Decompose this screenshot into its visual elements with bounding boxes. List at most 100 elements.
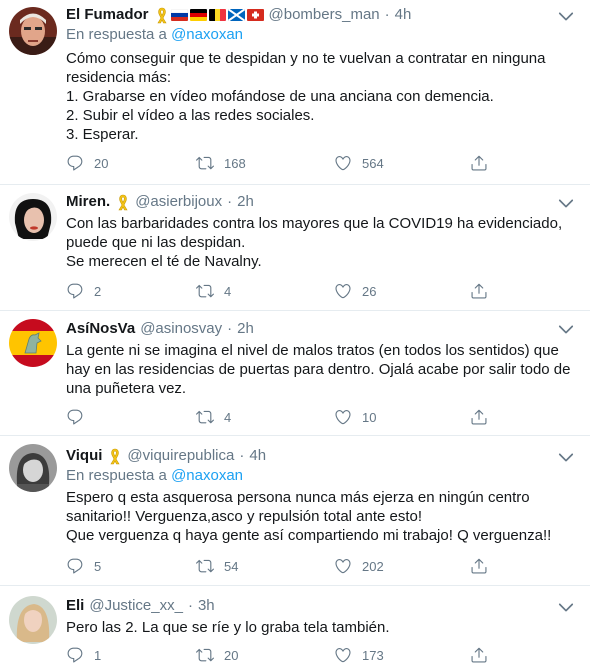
share-button[interactable]	[470, 153, 488, 173]
tweet[interactable]: Viqui @viquirepublica · 4h En respuesta …	[0, 436, 590, 586]
tweet-text-line: hay en las residencias de puertas para d…	[66, 361, 571, 378]
reply-button[interactable]: 5	[66, 556, 101, 576]
tweet-actions: 1 20 173	[66, 645, 506, 665]
retweet-icon	[196, 410, 214, 424]
heart-icon	[335, 156, 351, 171]
timestamp[interactable]: 2h	[237, 319, 254, 339]
display-name[interactable]: El Fumador	[66, 5, 149, 25]
tweet-text-line: Se merecen el té de Navalny.	[66, 253, 262, 270]
like-count: 10	[362, 409, 377, 425]
tweet[interactable]: AsíNosVa @asinosvay · 2h La gente ni se …	[0, 311, 590, 436]
reply-prefix: En respuesta a	[66, 26, 167, 43]
timestamp[interactable]: 2h	[237, 192, 254, 212]
tweet[interactable]: El Fumador @bombers_man · 4h En respuest…	[0, 0, 590, 185]
tweet-text-line: puede que ni las despidan.	[66, 234, 246, 251]
display-name[interactable]: AsíNosVa	[66, 319, 135, 339]
reply-button[interactable]: 1	[66, 645, 101, 665]
retweet-button[interactable]: 54	[196, 556, 238, 576]
retweet-button[interactable]: 168	[196, 153, 246, 173]
germany-flag-icon	[189, 9, 207, 21]
reply-button[interactable]: 20	[66, 153, 108, 173]
handle[interactable]: @asinosvay	[140, 319, 222, 339]
tweet-text: La gente ni se imagina el nivel de malos…	[66, 341, 576, 398]
handle[interactable]: @Justice_xx_	[89, 596, 183, 616]
like-button[interactable]: 564	[334, 153, 384, 173]
retweet-count: 54	[224, 558, 239, 574]
reply-icon	[67, 155, 83, 171]
avatar-image	[9, 319, 57, 367]
like-button[interactable]: 173	[334, 645, 384, 665]
share-button[interactable]	[470, 556, 488, 576]
retweet-count: 4	[224, 409, 232, 425]
avatar[interactable]	[9, 7, 57, 55]
share-button[interactable]	[470, 407, 488, 427]
display-name[interactable]: Eli	[66, 596, 84, 616]
more-options-button[interactable]	[556, 319, 576, 339]
chevron-down-icon	[558, 12, 574, 21]
more-options-button[interactable]	[556, 597, 576, 617]
timestamp[interactable]: 3h	[198, 596, 215, 616]
more-options-button[interactable]	[556, 6, 576, 26]
share-button[interactable]	[470, 281, 488, 301]
reply-mention-link[interactable]: @naxoxan	[171, 467, 243, 484]
tweet-text-line: Espero q esta asquerosa persona nunca má…	[66, 489, 530, 506]
handle[interactable]: @asierbijoux	[135, 192, 222, 212]
retweet-icon	[196, 156, 214, 170]
like-button[interactable]: 26	[334, 281, 376, 301]
tweet[interactable]: Eli @Justice_xx_ · 3h Pero las 2. La que…	[0, 586, 590, 669]
handle[interactable]: @bombers_man	[269, 5, 380, 25]
retweet-button[interactable]: 4	[196, 281, 231, 301]
share-button[interactable]	[470, 645, 488, 665]
tweet-actions: 4 10	[66, 407, 506, 427]
name-emoji	[113, 193, 130, 211]
display-name[interactable]: Viqui	[66, 446, 102, 466]
share-icon	[471, 647, 487, 663]
handle[interactable]: @viquirepublica	[127, 446, 234, 466]
avatar[interactable]	[9, 193, 57, 241]
share-icon	[471, 409, 487, 425]
separator-dot: ·	[187, 597, 193, 614]
retweet-count: 168	[224, 155, 246, 171]
timestamp[interactable]: 4h	[249, 446, 266, 466]
reply-count: 2	[94, 283, 102, 299]
like-button[interactable]: 202	[334, 556, 384, 576]
russia-flag-icon	[170, 9, 188, 21]
avatar-image	[9, 444, 57, 492]
tweet-text: Pero las 2. La que se ríe y lo graba tel…	[66, 618, 576, 637]
tweet-text-line: La gente ni se imagina el nivel de malos…	[66, 342, 559, 359]
like-count: 26	[362, 283, 377, 299]
tweet-text: Espero q esta asquerosa persona nunca má…	[66, 488, 576, 545]
switzerland-flag-icon	[246, 9, 264, 21]
retweet-count: 20	[224, 647, 239, 663]
like-count: 173	[362, 647, 384, 663]
timestamp[interactable]: 4h	[395, 5, 412, 25]
retweet-button[interactable]: 20	[196, 645, 238, 665]
chevron-down-icon	[558, 199, 574, 208]
like-button[interactable]: 10	[334, 407, 376, 427]
heart-icon	[335, 648, 351, 663]
more-options-button[interactable]	[556, 447, 576, 467]
tweet-actions: 20 168 564	[66, 153, 506, 173]
reply-icon	[67, 283, 83, 299]
tweet-text-line: residencia más:	[66, 69, 172, 86]
share-icon	[471, 558, 487, 574]
retweet-icon	[196, 648, 214, 662]
tweet-text-line: Pero las 2. La que se ríe y lo graba tel…	[66, 619, 390, 636]
avatar[interactable]	[9, 444, 57, 492]
retweet-button[interactable]: 4	[196, 407, 231, 427]
more-options-button[interactable]	[556, 193, 576, 213]
ribbon-icon	[116, 193, 130, 211]
reply-count: 5	[94, 558, 102, 574]
avatar[interactable]	[9, 319, 57, 367]
reply-button[interactable]: 2	[66, 281, 101, 301]
retweet-icon	[196, 559, 214, 573]
tweet-text-line: 1. Grabarse en vídeo mofándose de una an…	[66, 88, 494, 105]
separator-dot: ·	[227, 193, 233, 210]
avatar[interactable]	[9, 596, 57, 644]
reply-button[interactable]	[66, 407, 94, 427]
display-name[interactable]: Miren.	[66, 192, 110, 212]
reply-mention-link[interactable]: @naxoxan	[171, 26, 243, 43]
tweet[interactable]: Miren. @asierbijoux · 2h Con las barbari…	[0, 185, 590, 311]
reply-count: 20	[94, 155, 109, 171]
separator-dot: ·	[227, 320, 233, 337]
